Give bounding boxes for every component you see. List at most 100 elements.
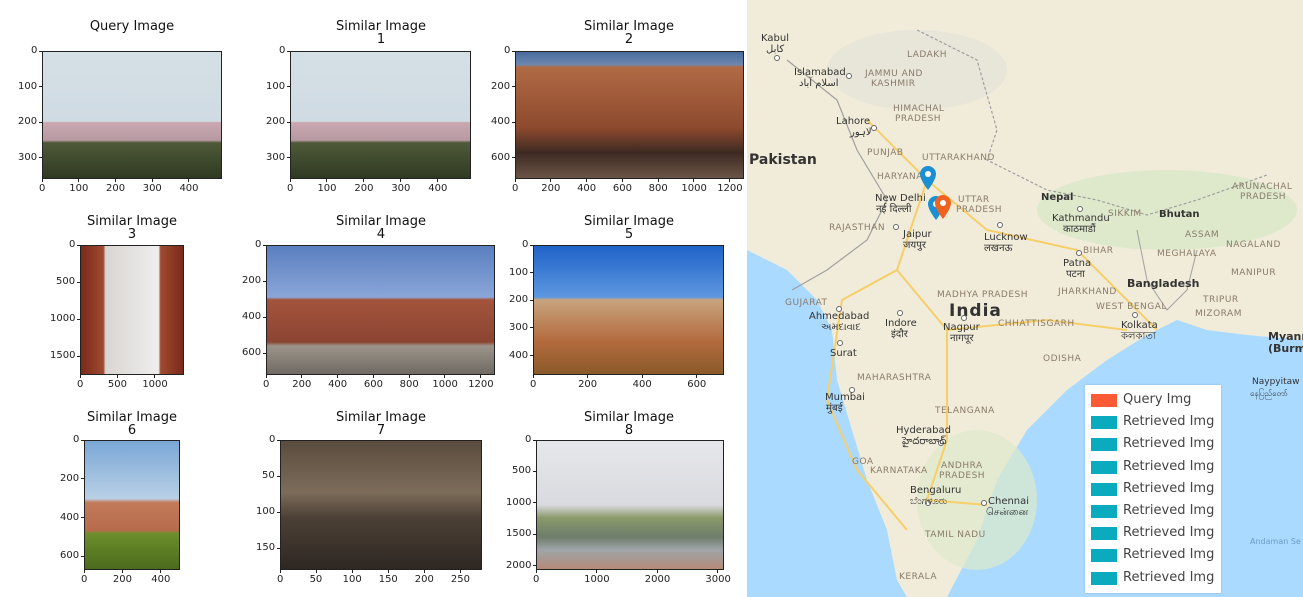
- country-pakistan: Pakistan: [749, 152, 817, 168]
- legend-label: Retrieved Img: [1123, 547, 1215, 563]
- x-tick-mark: [437, 179, 439, 182]
- panel-title: Similar Image 8: [584, 410, 674, 438]
- x-tick-mark: [301, 375, 303, 378]
- region-kerala: KERALA: [899, 572, 938, 582]
- y-tick-label: 400: [491, 116, 511, 128]
- region-meghalaya: MEGHALAYA: [1157, 249, 1217, 259]
- x-tick-label: 150: [378, 574, 398, 585]
- x-tick-label: 0: [39, 183, 46, 194]
- legend-item-query: Query Img: [1091, 391, 1221, 407]
- city-hyderabad[interactable]: Hyderabad: [896, 425, 951, 436]
- similar-image-4[interactable]: [266, 245, 495, 375]
- city-chennai[interactable]: Chennai: [988, 496, 1029, 507]
- region-punjab: PUNJAB: [867, 148, 904, 158]
- india-map[interactable]: Pakistan India Nepal Bhutan Bangladesh M…: [747, 0, 1303, 597]
- y-tick-label: 1500: [506, 528, 532, 540]
- x-tick-label: 1000: [432, 379, 458, 390]
- city-mumbai-local: मुंबई: [826, 403, 843, 414]
- x-tick-mark: [289, 179, 291, 182]
- y-tick-mark: [533, 502, 536, 504]
- y-tick-label: 0: [279, 45, 286, 56]
- x-tick-label: 0: [77, 379, 84, 390]
- x-tick-label: 300: [391, 183, 411, 194]
- city-lucknow[interactable]: Lucknow: [984, 232, 1028, 243]
- city-naypyitaw[interactable]: Naypyitaw: [1252, 377, 1300, 388]
- x-tick-label: 300: [142, 183, 162, 194]
- query-marker-agra[interactable]: [934, 194, 952, 220]
- legend-swatch: [1091, 482, 1117, 496]
- city-nagpur[interactable]: Nagpur: [943, 322, 980, 333]
- y-tick-mark: [533, 439, 536, 441]
- city-dot-lucknow: [997, 222, 1003, 228]
- city-indore[interactable]: Indore: [885, 318, 917, 329]
- x-tick-mark: [717, 570, 719, 573]
- legend-item-retrieved: Retrieved Img: [1091, 502, 1221, 518]
- region-nagaland: NAGALAND: [1226, 240, 1281, 250]
- y-tick-mark: [533, 533, 536, 535]
- x-tick-label: 400: [632, 379, 652, 390]
- y-tick-label: 600: [60, 550, 80, 562]
- similar-image-5[interactable]: [533, 245, 724, 375]
- y-tick-mark: [530, 327, 533, 329]
- region-hp: HIMACHAL: [893, 104, 945, 114]
- y-tick-label: 0: [255, 239, 262, 250]
- x-tick-label: 400: [151, 574, 171, 585]
- y-tick-mark: [287, 121, 290, 123]
- x-tick-mark: [514, 179, 516, 182]
- region-up-2: PRADESH: [956, 205, 1003, 215]
- legend-label: Retrieved Img: [1123, 414, 1215, 430]
- x-tick-mark: [550, 179, 552, 182]
- country-india: India: [949, 301, 1002, 321]
- x-tick-label: 400: [328, 379, 348, 390]
- region-up: UTTAR: [958, 195, 990, 205]
- city-jaipur[interactable]: Jaipur: [903, 229, 932, 240]
- y-tick-mark: [77, 281, 80, 283]
- region-manipur: MANIPUR: [1231, 268, 1277, 278]
- y-tick-mark: [512, 157, 515, 159]
- city-lahore[interactable]: Lahore: [836, 116, 870, 127]
- x-tick-mark: [351, 570, 353, 573]
- city-islamabad[interactable]: Islamabad: [794, 67, 846, 78]
- similar-image-1[interactable]: [290, 51, 471, 179]
- y-tick-mark: [287, 157, 290, 159]
- y-tick-mark: [512, 50, 515, 52]
- city-kabul[interactable]: Kabul: [761, 33, 789, 44]
- legend-label: Query Img: [1123, 392, 1192, 407]
- y-tick-label: 1000: [50, 313, 76, 325]
- region-rajasthan: RAJASTHAN: [829, 223, 886, 233]
- city-mumbai[interactable]: Mumbai: [825, 392, 865, 403]
- region-mizoram: MIZORAM: [1195, 309, 1242, 319]
- y-tick-label: 500: [56, 276, 76, 288]
- query-image[interactable]: [42, 51, 222, 179]
- y-tick-label: 0: [522, 239, 529, 250]
- city-newdelhi[interactable]: New Delhi: [875, 193, 926, 204]
- similar-image-7[interactable]: [280, 440, 482, 570]
- city-bengaluru[interactable]: Bengaluru: [910, 485, 961, 496]
- region-odisha: ODISHA: [1043, 354, 1082, 364]
- similar-image-8[interactable]: [536, 440, 724, 570]
- city-patna[interactable]: Patna: [1063, 258, 1091, 269]
- y-tick-label: 300: [18, 151, 38, 163]
- region-bihar: BIHAR: [1083, 246, 1114, 256]
- region-jharkhand: JHARKHAND: [1058, 287, 1117, 297]
- retrieved-marker-haryana[interactable]: [919, 165, 937, 191]
- city-lahore-local: لاہور: [850, 127, 872, 138]
- city-surat[interactable]: Surat: [830, 348, 857, 359]
- x-tick-label: 1200: [468, 379, 494, 390]
- region-westbengal: WEST BENGAL: [1096, 302, 1167, 312]
- city-ahmedabad[interactable]: Ahmedabad: [809, 311, 869, 322]
- y-tick-label: 200: [266, 116, 286, 128]
- x-tick-mark: [400, 179, 402, 182]
- similar-image-6[interactable]: [84, 440, 180, 570]
- x-tick-mark: [641, 375, 643, 378]
- city-kathmandu[interactable]: Kathmandu: [1052, 213, 1110, 224]
- region-tripura: TRIPUR: [1203, 295, 1239, 305]
- x-tick-label: 600: [687, 379, 707, 390]
- similar-image-2[interactable]: [515, 51, 744, 179]
- x-tick-mark: [657, 179, 659, 182]
- city-dot-chennai: [981, 500, 987, 506]
- similar-image-3[interactable]: [80, 245, 184, 375]
- panel-title: Similar Image 4: [336, 214, 426, 242]
- y-tick-mark: [263, 280, 266, 282]
- city-kolkata[interactable]: Kolkata: [1121, 320, 1158, 331]
